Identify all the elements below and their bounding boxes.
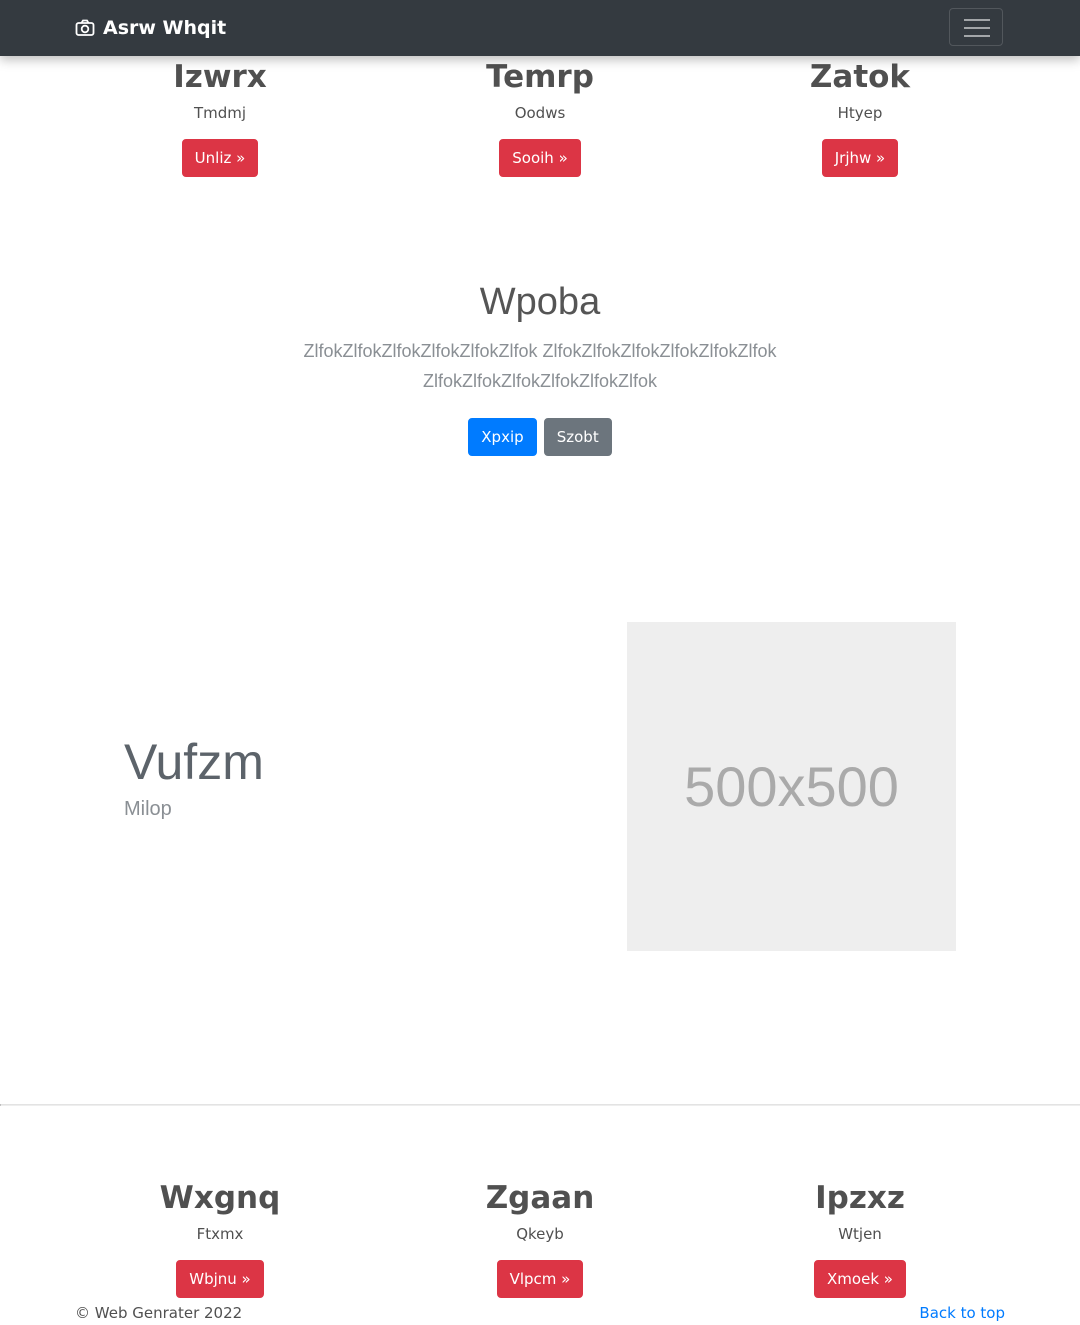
brand-link[interactable]: Asrw Whqit — [75, 14, 226, 42]
hero-title: Wpoba — [479, 281, 601, 323]
footer-copyright: © Web Genrater 2022 — [75, 1304, 243, 1322]
column-text: Wtjen — [838, 1225, 882, 1243]
hamburger-icon — [964, 19, 990, 21]
column-button[interactable]: Wbjnu » — [176, 1260, 264, 1298]
placeholder-image: 500x500 — [627, 622, 956, 951]
hero-section: Wpoba ZlfokZlfokZlfokZlfokZlfokZlfok Zlf… — [240, 278, 840, 456]
column-text: Htyep — [837, 104, 883, 122]
back-to-top-link[interactable]: Back to top — [919, 1303, 1005, 1323]
hamburger-icon — [964, 27, 990, 29]
column-text: Qkeyb — [516, 1225, 564, 1243]
section-divider — [0, 1104, 1080, 1106]
top-column-2: Temrp Oodws Sooih » — [420, 58, 660, 177]
column-button[interactable]: Vlpcm » — [496, 1260, 584, 1298]
bottom-column-2: Zgaan Qkeyb Vlpcm » — [420, 1179, 660, 1298]
top-column-1: Izwrx Tmdmj Unliz » — [100, 58, 340, 177]
column-title: Zgaan — [485, 1180, 595, 1216]
column-title: Ipzxz — [815, 1180, 905, 1216]
column-text: Tmdmj — [193, 104, 247, 122]
column-title: Wxgnq — [159, 1180, 281, 1216]
hamburger-icon — [964, 35, 990, 37]
column-button[interactable]: Sooih » — [499, 139, 581, 177]
feature-title: Vufzm — [124, 734, 264, 790]
hero-text: ZlfokZlfokZlfokZlfokZlfokZlfok ZlfokZlfo… — [303, 341, 777, 391]
column-text: Oodws — [514, 104, 566, 122]
bottom-column-3: Ipzxz Wtjen Xmoek » — [740, 1179, 980, 1298]
column-button[interactable]: Jrjhw » — [821, 139, 899, 177]
column-button[interactable]: Unliz » — [181, 139, 259, 177]
hero-secondary-button[interactable]: Szobt — [543, 418, 612, 456]
top-column-3: Zatok Htyep Jrjhw » — [740, 58, 980, 177]
column-button[interactable]: Xmoek » — [814, 1260, 906, 1298]
bottom-column-1: Wxgnq Ftxmx Wbjnu » — [100, 1179, 340, 1298]
placeholder-image-label: 500x500 — [684, 755, 899, 818]
column-text: Ftxmx — [196, 1225, 244, 1243]
feature-subtitle: Milop — [124, 798, 172, 820]
camera-icon — [75, 19, 95, 36]
navbar: Asrw Whqit — [0, 0, 1080, 56]
column-title: Zatok — [809, 59, 911, 95]
hero-primary-button[interactable]: Xpxip — [468, 418, 537, 456]
navbar-toggler-button[interactable] — [949, 8, 1003, 46]
column-title: Izwrx — [173, 59, 267, 95]
brand-text: Asrw Whqit — [103, 17, 227, 39]
column-title: Temrp — [486, 59, 594, 95]
hero-actions: Xpxip Szobt — [240, 418, 840, 456]
